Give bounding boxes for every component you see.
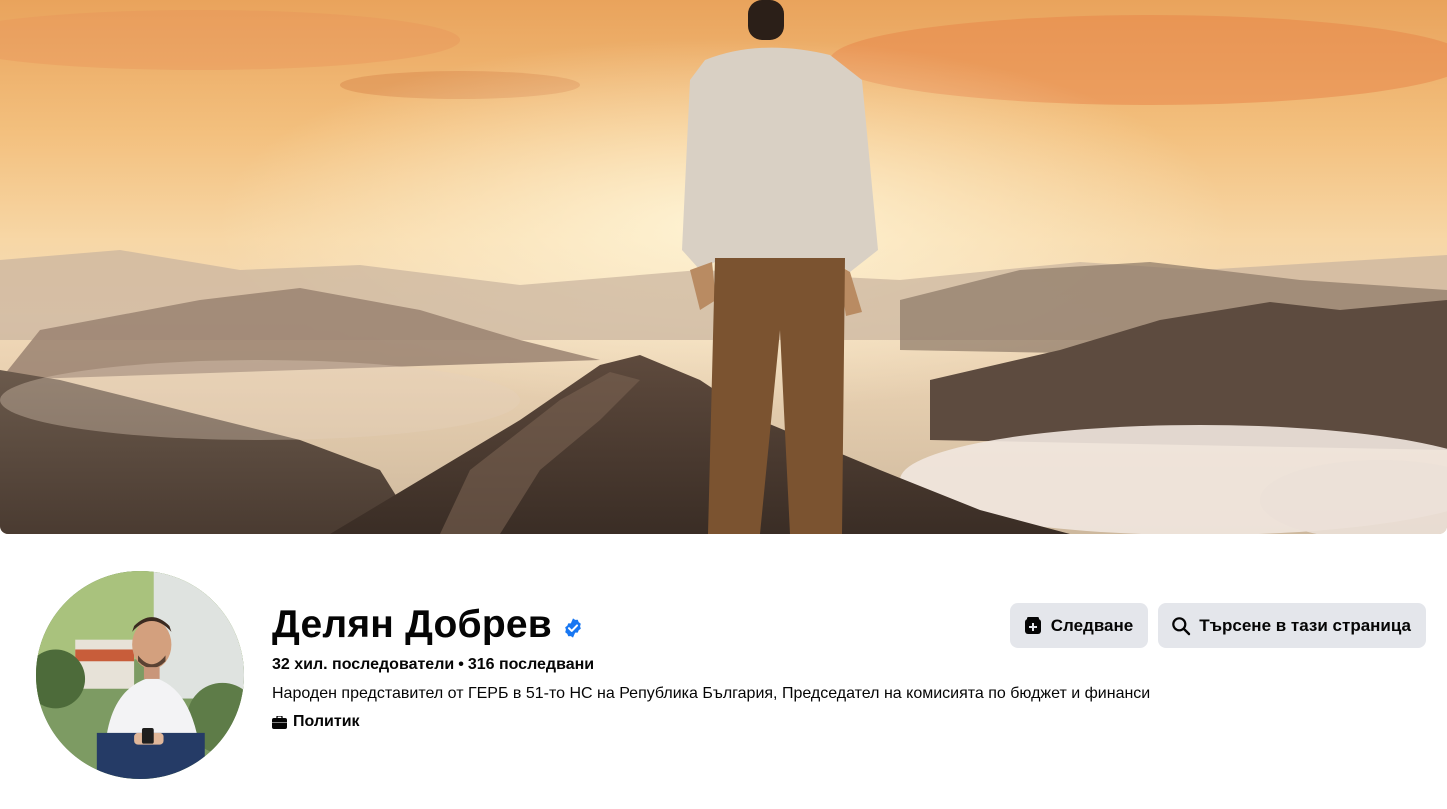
cover-image	[0, 0, 1447, 534]
name-row: Делян Добрев	[272, 600, 992, 650]
search-button-label: Търсене в тази страница	[1199, 615, 1411, 635]
stats-separator: •	[458, 656, 464, 673]
search-icon	[1172, 616, 1191, 635]
category-label: Политик	[293, 713, 360, 730]
follow-button[interactable]: Следване	[1009, 603, 1149, 648]
follow-button-label: Следване	[1050, 615, 1134, 635]
page-title: Делян Добрев	[272, 603, 552, 646]
page-actions: Следване Търсене в тази страница	[1009, 603, 1426, 648]
page-bio: Народен представител от ГЕРБ в 51-то НС …	[272, 685, 1151, 702]
follower-stats: 32 хил. последователи • 316 последвани	[272, 654, 992, 676]
verified-badge-icon[interactable]	[562, 617, 584, 639]
briefcase-icon	[272, 715, 287, 729]
page-category: Политик	[272, 711, 992, 733]
following-count[interactable]: 316 последвани	[468, 656, 594, 673]
follow-page-icon	[1024, 616, 1041, 634]
profile-photo	[36, 571, 244, 779]
page-info: Делян Добрев 32 хил. последователи • 316 п…	[272, 600, 1151, 733]
search-page-button[interactable]: Търсене в тази страница	[1158, 603, 1426, 648]
followers-count[interactable]: 32 хил. последователи	[272, 656, 454, 673]
cover-photo[interactable]	[0, 0, 1447, 534]
profile-picture[interactable]	[34, 569, 246, 781]
